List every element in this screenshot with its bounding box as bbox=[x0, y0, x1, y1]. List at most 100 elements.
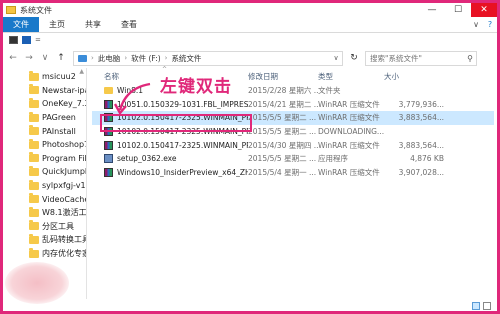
file-type: 应用程序 bbox=[318, 154, 348, 164]
up-button[interactable]: ↑ bbox=[55, 53, 67, 63]
nav-folder-item[interactable]: msicuu2 bbox=[3, 70, 86, 84]
nav-folder-item[interactable]: Program File bbox=[3, 152, 86, 166]
folder-icon bbox=[29, 233, 39, 244]
folder-tree: msicuu2 Newstar-ipa OneKey_7.3. PAGreen … bbox=[3, 68, 86, 260]
folder-icon bbox=[6, 6, 16, 14]
file-row[interactable]: 10102.0.150417-2325.WINMAIN_PRS... 2015/… bbox=[92, 138, 494, 152]
quick-access-toolbar: = bbox=[3, 33, 497, 47]
file-row[interactable]: setup_0362.exe 2015/5/5 星期二 ... 应用程序 4,8… bbox=[92, 152, 494, 166]
quick-access-dropdown[interactable]: = bbox=[35, 36, 41, 44]
column-header-size[interactable]: 大小 bbox=[384, 71, 444, 82]
column-header-date[interactable]: 修改日期 bbox=[248, 71, 318, 82]
winrar-archive-icon bbox=[104, 127, 113, 137]
folder-icon bbox=[29, 193, 39, 204]
expand-ribbon-button[interactable]: ∨ bbox=[469, 17, 483, 32]
folder-icon bbox=[29, 138, 39, 149]
breadcrumb-separator: › bbox=[124, 54, 128, 62]
winrar-archive-icon bbox=[104, 140, 113, 150]
file-type: 文件夹 bbox=[318, 86, 341, 96]
folder-icon bbox=[29, 125, 39, 136]
column-headers: ^ 名称 修改日期 类型 大小 bbox=[92, 66, 494, 84]
file-size: 3,779,936... bbox=[398, 99, 444, 109]
file-type: WinRAR 压缩文件 bbox=[318, 167, 380, 177]
file-date: 2015/5/5 星期二 ... bbox=[248, 154, 317, 164]
file-name: Windows10_InsiderPreview_x64_ZH-... bbox=[117, 167, 248, 177]
address-row: ← → ∨ ↑ › 此电脑 › 软件 (F:) › 系统文件 ∨ ↻ ⚲ bbox=[3, 49, 497, 67]
breadcrumb-separator: › bbox=[91, 54, 94, 62]
tab-share[interactable]: 共享 bbox=[75, 17, 111, 32]
winrar-archive-icon bbox=[104, 167, 113, 177]
nav-folder-item[interactable]: 分区工具 bbox=[3, 220, 86, 234]
nav-folder-item[interactable]: PAGreen bbox=[3, 111, 86, 125]
tab-view[interactable]: 查看 bbox=[111, 17, 147, 32]
nav-folder-item[interactable]: sylpxfgj-v1.( bbox=[3, 179, 86, 193]
file-row[interactable]: Windows10_InsiderPreview_x64_ZH-... 2015… bbox=[92, 166, 494, 180]
details-view-icon[interactable] bbox=[472, 302, 480, 310]
folder-icon bbox=[29, 220, 39, 231]
back-button[interactable]: ← bbox=[7, 53, 19, 63]
tab-file[interactable]: 文件 bbox=[3, 17, 39, 32]
address-bar[interactable]: › 此电脑 › 软件 (F:) › 系统文件 ∨ bbox=[73, 50, 343, 66]
status-bar bbox=[3, 299, 497, 311]
large-icons-view-icon[interactable] bbox=[483, 302, 491, 310]
file-name: 10102.0.150417-2325.WINMAIN_PRS... bbox=[117, 140, 248, 150]
search-input[interactable] bbox=[370, 53, 462, 63]
breadcrumb-separator: › bbox=[164, 54, 168, 62]
properties-icon[interactable] bbox=[22, 36, 31, 44]
folder-icon bbox=[29, 111, 39, 122]
tab-home[interactable]: 主页 bbox=[39, 17, 75, 32]
annotation-label: 左键双击 bbox=[160, 77, 232, 97]
address-dropdown[interactable]: ∨ bbox=[330, 54, 342, 62]
nav-folder-item[interactable]: W8.1激活工具 bbox=[3, 206, 86, 220]
file-type: WinRAR 压缩文件 bbox=[318, 140, 380, 150]
folder-icon bbox=[29, 206, 39, 217]
folder-icon bbox=[29, 97, 39, 108]
nav-folder-item[interactable]: 内存优化专家 bbox=[3, 247, 86, 261]
window-title: 系统文件 bbox=[20, 5, 52, 15]
search-icon[interactable]: ⚲ bbox=[464, 54, 476, 63]
nav-folder-item[interactable]: PAInstall bbox=[3, 124, 86, 138]
close-button[interactable]: ✕ bbox=[471, 3, 497, 17]
watermark-blur bbox=[5, 262, 69, 304]
file-date: 2015/5/5 星期二 ... bbox=[248, 113, 317, 123]
file-type: WinRAR 压缩文件 bbox=[318, 99, 380, 109]
column-header-type[interactable]: 类型 bbox=[318, 71, 384, 82]
file-date: 2015/5/5 星期二 ... bbox=[248, 127, 317, 137]
scroll-up-icon[interactable]: ▲ bbox=[79, 68, 84, 75]
terminal-icon[interactable] bbox=[9, 36, 18, 44]
breadcrumb-drive[interactable]: 软件 (F:) bbox=[131, 53, 161, 64]
file-size: 3,883,564... bbox=[398, 140, 444, 150]
file-type: DOWNLOADING... bbox=[318, 127, 384, 137]
refresh-button[interactable]: ↻ bbox=[347, 53, 361, 63]
file-size: 3,907,028... bbox=[398, 167, 444, 177]
file-size: 4,876 KB bbox=[410, 154, 444, 164]
folder-icon bbox=[29, 84, 39, 95]
breadcrumb-this-pc[interactable]: 此电脑 bbox=[98, 53, 121, 64]
folder-icon bbox=[29, 247, 39, 258]
maximize-button[interactable]: ☐ bbox=[445, 3, 471, 17]
view-switcher bbox=[472, 302, 491, 310]
search-box[interactable]: ⚲ bbox=[365, 50, 477, 66]
forward-button[interactable]: → bbox=[23, 53, 35, 63]
file-row[interactable]: Win8.1 2015/2/28 星期六 ... 文件夹 bbox=[92, 84, 494, 98]
nav-folder-item[interactable]: OneKey_7.3. bbox=[3, 97, 86, 111]
help-button[interactable]: ? bbox=[483, 17, 497, 32]
file-name: setup_0362.exe bbox=[117, 154, 177, 164]
recent-locations-button[interactable]: ∨ bbox=[39, 53, 51, 63]
file-row[interactable]: 10102.0.150417-2325.WINMAIN_PRS... 2015/… bbox=[92, 125, 494, 139]
nav-folder-item[interactable]: VideoCache\ bbox=[3, 192, 86, 206]
file-row-selected[interactable]: 10102.0.150417-2325.WINMAIN_PRS... 2015/… bbox=[92, 111, 494, 125]
file-date: 2015/4/30 星期四 ... bbox=[248, 140, 318, 150]
breadcrumb-folder[interactable]: 系统文件 bbox=[171, 53, 201, 64]
folder-icon bbox=[29, 165, 39, 176]
nav-folder-item[interactable]: Photoshop7 bbox=[3, 138, 86, 152]
nav-folder-item[interactable]: QuickJumpli bbox=[3, 165, 86, 179]
ribbon-tabs: 文件 主页 共享 查看 ∨ ? bbox=[3, 17, 497, 33]
file-size: 3,883,564... bbox=[398, 113, 444, 123]
application-icon bbox=[104, 154, 113, 164]
file-row[interactable]: 10051.0.150329-1031.FBL_IMPRESSI... 2015… bbox=[92, 98, 494, 112]
minimize-button[interactable]: — bbox=[419, 3, 445, 17]
nav-folder-item[interactable]: Newstar-ipa bbox=[3, 84, 86, 98]
nav-folder-item[interactable]: 乱码转换工具 bbox=[3, 233, 86, 247]
file-date: 2015/5/4 星期一 ... bbox=[248, 167, 317, 177]
